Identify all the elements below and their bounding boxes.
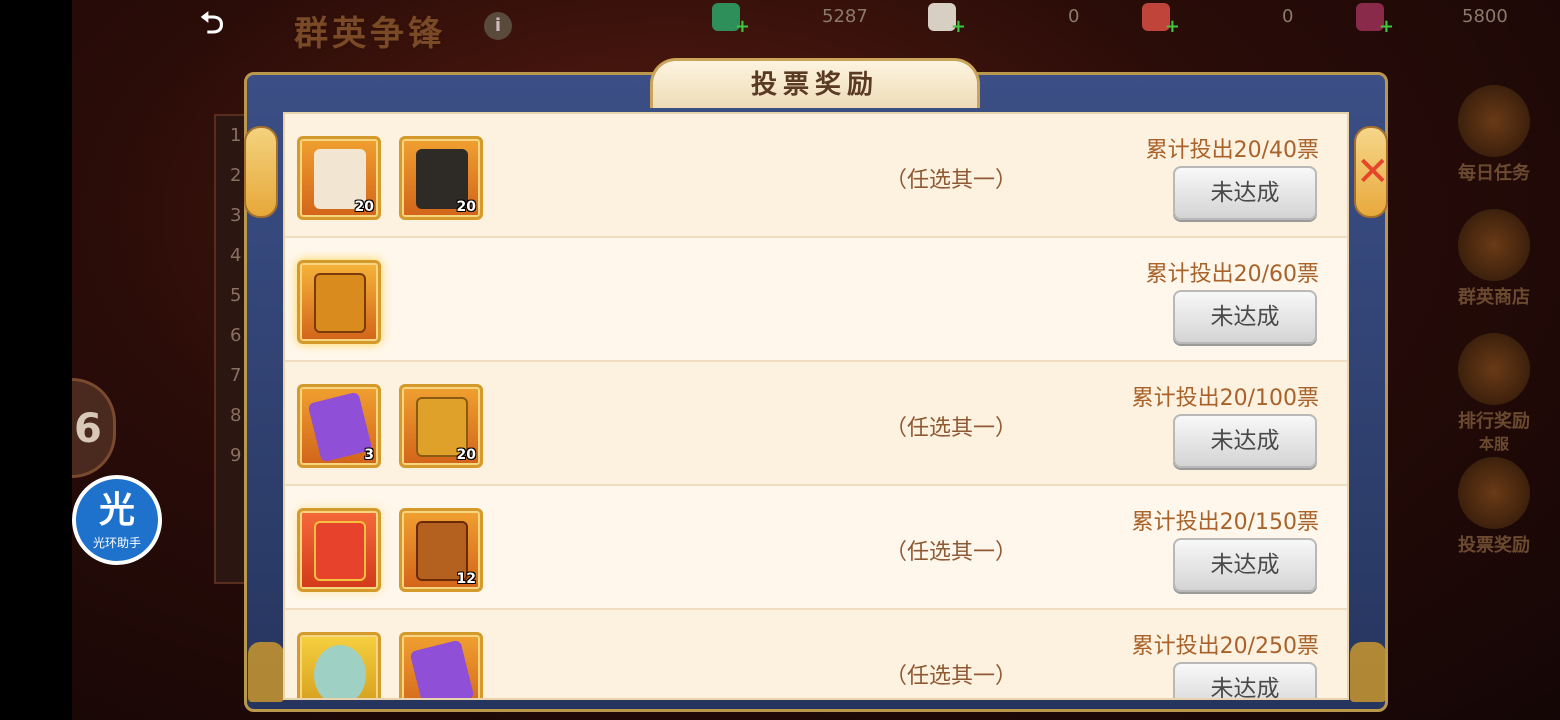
assistant-label: 光环助手 [92, 536, 141, 550]
reward-item-slot[interactable] [297, 260, 381, 344]
side-menu-daily-tasks[interactable]: 每日任务 [1446, 85, 1542, 209]
currency-mask-value: 5800 [1462, 6, 1508, 27]
currency-jade[interactable]: + [712, 0, 750, 37]
reward-item-slot[interactable]: 20 [297, 136, 381, 220]
reward-row: （任选其一） 累计投出20/250票 未达成 [285, 610, 1347, 698]
reward-item-slot[interactable] [297, 508, 381, 592]
ranking-gate-icon [1458, 333, 1530, 405]
side-menu-shop[interactable]: 群英商店 [1446, 209, 1542, 333]
gold-ingot-icon [1458, 457, 1530, 529]
claim-button[interactable]: 未达成 [1173, 414, 1317, 468]
item-quantity: 12 [456, 571, 476, 587]
choose-one-label: （任选其一） [885, 168, 1018, 193]
side-menu-vote-rewards[interactable]: 投票奖励 [1446, 457, 1542, 581]
vote-requirement: 累计投出20/60票 [1145, 262, 1319, 287]
side-menu-ranking[interactable]: 排行奖励 本服 [1446, 333, 1542, 457]
jade-token-icon: + [712, 3, 750, 37]
purple-crystal-icon [409, 639, 475, 698]
claim-button[interactable]: 未达成 [1173, 662, 1317, 698]
side-menu-label: 群英商店 [1458, 287, 1530, 308]
currency-silver-scroll[interactable]: + [928, 0, 966, 37]
red-treasure-chest-icon [314, 521, 366, 581]
info-button[interactable]: i [484, 12, 512, 40]
golden-chest-icon [314, 273, 366, 333]
purple-crystal-icon [307, 391, 373, 463]
reward-item-slot[interactable]: 20 [399, 136, 483, 220]
reward-list[interactable]: 20 20 （任选其一） 累计投出20/40票 未达成 累计投出20/60票 未… [283, 112, 1349, 700]
left-letterbox [0, 0, 72, 720]
claim-button[interactable]: 未达成 [1173, 538, 1317, 592]
side-menu-sublabel: 本服 [1478, 435, 1509, 453]
claim-button[interactable]: 未达成 [1173, 290, 1317, 344]
reward-row: 20 20 （任选其一） 累计投出20/40票 未达成 [285, 114, 1347, 238]
currency-red-scroll[interactable]: + [1142, 0, 1180, 37]
mask-icon: + [1356, 3, 1394, 37]
top-bar: ⮌ 群英争锋 i [72, 0, 1560, 54]
side-menu-label: 排行奖励 [1458, 411, 1530, 432]
reward-row: 累计投出20/60票 未达成 [285, 238, 1347, 362]
lantern-ornament-icon [244, 126, 278, 218]
choose-one-label: （任选其一） [885, 664, 1018, 689]
dialog-title-plate: 投票奖励 [650, 58, 980, 108]
choose-one-label: （任选其一） [885, 540, 1018, 565]
claim-button[interactable]: 未达成 [1173, 166, 1317, 220]
item-quantity: 3 [364, 447, 374, 463]
reward-row: 3 20 （任选其一） 累计投出20/100票 未达成 [285, 362, 1347, 486]
vote-requirement: 累计投出20/250票 [1131, 634, 1319, 659]
jade-pendant-icon [314, 645, 366, 698]
close-button[interactable]: ✕ [1354, 126, 1390, 218]
currency-red-scroll-value: 0 [1282, 6, 1294, 27]
side-menu-label: 投票奖励 [1458, 535, 1530, 556]
currency-jade-value: 5287 [822, 6, 868, 27]
currency-silver-scroll-value: 0 [1068, 6, 1080, 27]
reward-item-slot[interactable]: 20 [399, 384, 483, 468]
side-menu: 每日任务 群英商店 排行奖励 本服 投票奖励 [1446, 85, 1542, 581]
assistant-logo-text: 光 [98, 490, 135, 531]
red-scroll-icon: + [1142, 3, 1180, 37]
dragon-ornament-icon [248, 642, 284, 702]
item-quantity: 20 [456, 447, 476, 463]
reward-item-slot[interactable]: 12 [399, 508, 483, 592]
page-title: 群英争锋 [294, 14, 446, 54]
currency-mask[interactable]: + [1356, 0, 1394, 37]
dialog-title: 投票奖励 [750, 70, 879, 100]
vote-requirement: 累计投出20/100票 [1131, 386, 1319, 411]
shop-pavilion-icon [1458, 209, 1530, 281]
reward-item-slot[interactable]: 3 [297, 384, 381, 468]
choose-one-label: （任选其一） [885, 416, 1018, 441]
assistant-float-button[interactable]: 光 光环助手 [72, 475, 162, 565]
reward-row: 12 （任选其一） 累计投出20/150票 未达成 [285, 486, 1347, 610]
item-quantity: 20 [354, 199, 374, 215]
reward-item-slot[interactable] [399, 632, 483, 698]
silver-scroll-icon: + [928, 3, 966, 37]
side-menu-label: 每日任务 [1458, 163, 1530, 184]
vote-requirement: 累计投出20/150票 [1131, 510, 1319, 535]
scroll-task-icon [1458, 85, 1530, 157]
back-button[interactable]: ⮌ [172, 6, 252, 42]
item-quantity: 20 [456, 199, 476, 215]
vote-requirement: 累计投出20/40票 [1145, 138, 1319, 163]
reward-item-slot[interactable] [297, 632, 381, 698]
dragon-ornament-icon [1350, 642, 1386, 702]
